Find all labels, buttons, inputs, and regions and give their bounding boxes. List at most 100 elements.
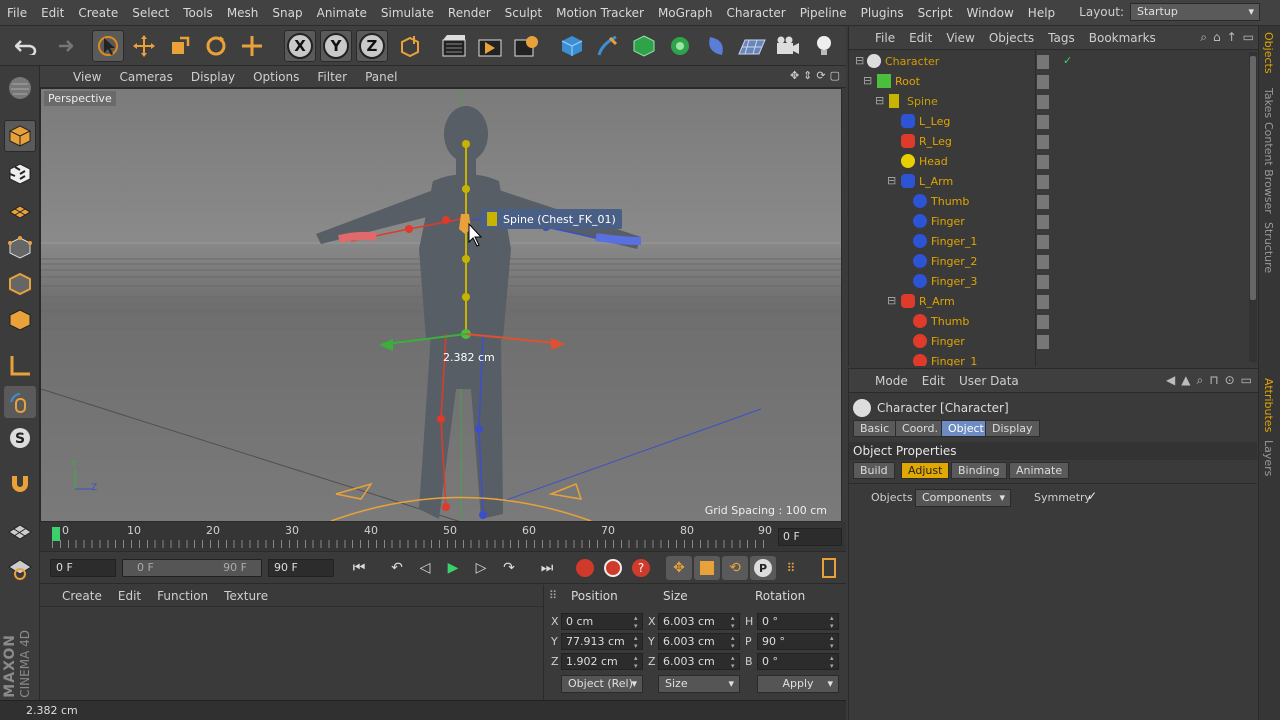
pan-view-icon[interactable]: ✥ [790,69,799,82]
object-row-r-finger-1[interactable]: Finger_1 [849,352,1247,366]
autokey-icon[interactable] [600,556,626,580]
play-forward-icon[interactable]: ▶ [440,556,466,580]
om-menu-edit[interactable]: Edit [909,31,932,45]
visibility-flags-icon[interactable] [1037,115,1059,129]
new-view-icon[interactable]: ▭ [1243,30,1254,45]
am-menu-edit[interactable]: Edit [922,374,945,388]
undo-icon[interactable] [10,30,42,62]
next-key-icon[interactable]: ↷ [496,556,522,580]
visibility-flags-icon[interactable] [1037,215,1059,229]
menu-character[interactable]: Character [719,6,792,20]
viewport-menu-cameras[interactable]: Cameras [110,70,181,84]
pos-z-field[interactable]: 1.902 cm [561,653,643,670]
parameter-key-icon[interactable]: P [750,556,776,580]
make-editable-icon[interactable] [4,72,36,104]
preview-range-slider[interactable]: 0 F 90 F [122,559,262,577]
menu-help[interactable]: Help [1021,6,1062,20]
tab-basic[interactable]: Basic [853,420,897,437]
enable-axis-icon[interactable] [4,350,36,382]
visibility-flags-icon[interactable] [1037,335,1059,349]
camera-icon[interactable] [772,30,804,62]
select-tool-icon[interactable] [92,30,124,62]
magnet-icon[interactable] [4,468,36,500]
side-tab-structure[interactable]: Structure [1262,222,1275,273]
go-to-end-icon[interactable]: ⏭ [534,556,560,580]
move-tool-icon[interactable] [128,30,160,62]
visibility-flags-icon[interactable] [1037,235,1059,249]
menu-window[interactable]: Window [959,6,1020,20]
tab-display[interactable]: Display [985,420,1040,437]
deformer-icon[interactable] [700,30,732,62]
position-key-icon[interactable]: ✥ [666,556,692,580]
texture-mode-icon[interactable] [4,158,36,190]
size-z-field[interactable]: 6.003 cm [658,653,740,670]
am-menu-user-data[interactable]: User Data [959,374,1019,388]
coordinate-system-icon[interactable] [394,30,426,62]
visibility-flags-icon[interactable] [1037,55,1059,69]
object-row-l-finger-2[interactable]: Finger_2 [849,252,1247,272]
z-axis-lock-button[interactable]: Z [356,30,388,62]
visibility-flags-icon[interactable] [1037,155,1059,169]
layout-select[interactable]: Startup [1130,3,1260,21]
scheme-settings-icon[interactable] [816,556,842,580]
search-icon[interactable]: ⌕ [1200,30,1207,45]
rot-b-field[interactable]: 0 ° [757,653,839,670]
menu-create[interactable]: Create [71,6,125,20]
menu-mesh[interactable]: Mesh [220,6,266,20]
redo-icon[interactable] [46,30,78,62]
object-row-r-leg[interactable]: R_Leg [849,132,1247,152]
om-menu-view[interactable]: View [946,31,974,45]
rotate-tool-icon[interactable] [200,30,232,62]
keyframe-selection-icon[interactable]: ? [628,556,654,580]
side-tab-objects[interactable]: Objects [1262,32,1275,74]
mograph-cloner-icon[interactable] [664,30,696,62]
toggle-view-icon[interactable]: ▢ [830,69,840,82]
render-view-icon[interactable] [438,30,470,62]
objects-select[interactable]: Components [915,489,1011,507]
size-x-field[interactable]: 6.003 cm [658,613,740,630]
planar-workplane-icon[interactable] [4,552,36,584]
menu-select[interactable]: Select [125,6,176,20]
menu-pipeline[interactable]: Pipeline [793,6,854,20]
timeline-playhead[interactable] [52,527,60,541]
menu-animate[interactable]: Animate [310,6,374,20]
render-settings-icon[interactable] [510,30,542,62]
side-tab-layers[interactable]: Layers [1262,440,1275,476]
next-frame-icon[interactable]: ▷ [468,556,494,580]
collapse-icon[interactable]: ⊟ [887,294,896,307]
size-mode-select[interactable]: Size [658,675,740,693]
up-arrow-icon[interactable]: ↑ [1227,30,1237,45]
om-menu-tags[interactable]: Tags [1048,31,1075,45]
pos-y-field[interactable]: 77.913 cm [561,633,643,650]
collapse-icon[interactable]: ⊟ [855,54,864,67]
object-row-character[interactable]: ⊟ Character ✓ [849,52,1247,72]
menu-simulate[interactable]: Simulate [374,6,441,20]
live-selection-icon[interactable] [236,30,268,62]
collapse-icon[interactable]: ⊟ [875,94,884,107]
menu-tools[interactable]: Tools [176,6,220,20]
visibility-flags-icon[interactable] [1037,135,1059,149]
subdivision-surface-icon[interactable] [628,30,660,62]
viewport-menu-display[interactable]: Display [182,70,244,84]
pen-spline-icon[interactable] [592,30,624,62]
viewport-menu-options[interactable]: Options [244,70,308,84]
viewport-camera-label[interactable]: Perspective [44,91,116,106]
menu-motion-tracker[interactable]: Motion Tracker [549,6,651,20]
om-scrollbar-thumb[interactable] [1250,56,1256,300]
coordinate-mode-select[interactable]: Object (Rel) [561,675,643,693]
object-row-r-thumb[interactable]: Thumb [849,312,1247,332]
om-menu-objects[interactable]: Objects [989,31,1034,45]
dolly-view-icon[interactable]: ⇕ [803,69,812,82]
om-menu-file[interactable]: File [875,31,895,45]
edges-mode-icon[interactable] [4,268,36,300]
menu-file[interactable]: File [0,6,34,20]
menu-render[interactable]: Render [441,6,498,20]
visibility-flags-icon[interactable] [1037,175,1059,189]
side-tab-content-browser[interactable]: Content Browser [1262,122,1275,214]
pos-x-field[interactable]: 0 cm [561,613,643,630]
material-menu-create[interactable]: Create [62,589,102,606]
menu-sculpt[interactable]: Sculpt [498,6,549,20]
subtab-animate[interactable]: Animate [1009,462,1070,479]
object-row-head[interactable]: Head [849,152,1247,172]
enabled-check-icon[interactable]: ✓ [1063,54,1072,67]
